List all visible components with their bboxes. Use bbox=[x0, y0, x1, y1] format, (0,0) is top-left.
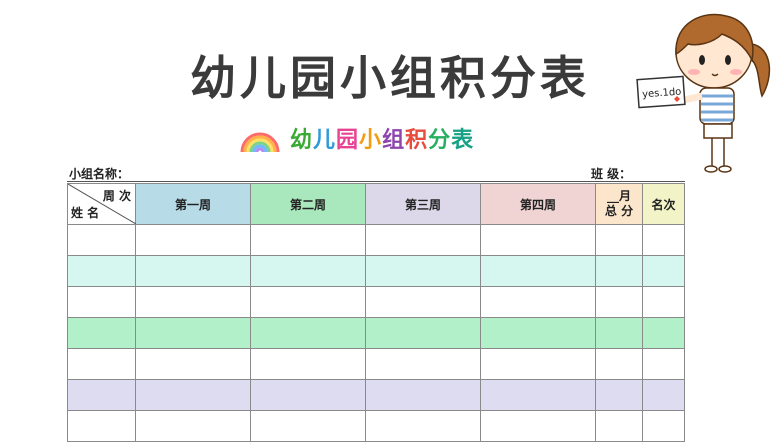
total-label: 总 分 bbox=[604, 204, 634, 218]
week-4-header: 第四周 bbox=[480, 183, 596, 225]
girl-holding-sign-illustration: yes.1do bbox=[636, 13, 771, 173]
subtitle-char: 积 bbox=[405, 128, 429, 153]
table-cell[interactable] bbox=[642, 379, 685, 411]
table-row bbox=[67, 348, 685, 380]
table-cell[interactable] bbox=[365, 410, 481, 442]
table-cell[interactable] bbox=[67, 286, 136, 318]
table-cell[interactable] bbox=[250, 410, 366, 442]
table-cell[interactable] bbox=[642, 255, 685, 287]
table-cell[interactable] bbox=[642, 410, 685, 442]
week-2-header: 第二周 bbox=[250, 183, 366, 225]
table-cell[interactable] bbox=[135, 286, 251, 318]
table-cell[interactable] bbox=[67, 379, 136, 411]
table-cell[interactable] bbox=[480, 410, 596, 442]
table-row bbox=[67, 255, 685, 287]
table-cell[interactable] bbox=[480, 317, 596, 349]
table-cell[interactable] bbox=[480, 224, 596, 256]
table-cell[interactable] bbox=[595, 379, 643, 411]
table-cell[interactable] bbox=[480, 286, 596, 318]
table-cell[interactable] bbox=[642, 348, 685, 380]
table-cell[interactable] bbox=[480, 255, 596, 287]
rainbow-icon bbox=[240, 132, 280, 153]
week-header-label: 周 次 bbox=[102, 189, 131, 203]
table-cell[interactable] bbox=[365, 286, 481, 318]
table-cell[interactable] bbox=[67, 410, 136, 442]
diagonal-header-cell: 周 次 姓 名 bbox=[67, 183, 136, 225]
table-cell[interactable] bbox=[595, 410, 643, 442]
table-row bbox=[67, 379, 685, 411]
table-cell[interactable] bbox=[365, 224, 481, 256]
table-cell[interactable] bbox=[595, 286, 643, 318]
table-cell[interactable] bbox=[642, 317, 685, 349]
subtitle-char: 分 bbox=[428, 128, 452, 153]
subtitle-char: 幼 bbox=[290, 128, 314, 153]
table-cell[interactable] bbox=[135, 379, 251, 411]
name-header-label: 姓 名 bbox=[71, 206, 100, 220]
month-label: __月 bbox=[606, 189, 631, 203]
table-row bbox=[67, 286, 685, 318]
subtitle: 幼儿园小组积分表 bbox=[290, 122, 474, 154]
table-cell[interactable] bbox=[250, 224, 366, 256]
month-total-header: __月 总 分 bbox=[595, 183, 643, 225]
subtitle-char: 组 bbox=[382, 128, 406, 153]
table-row bbox=[67, 410, 685, 442]
table-row bbox=[67, 224, 685, 256]
subtitle-char: 表 bbox=[451, 128, 475, 153]
table-cell[interactable] bbox=[250, 379, 366, 411]
table-cell[interactable] bbox=[480, 379, 596, 411]
class-label: 班 级： bbox=[591, 167, 632, 181]
week-1-header: 第一周 bbox=[135, 183, 251, 225]
table-cell[interactable] bbox=[135, 224, 251, 256]
table-cell[interactable] bbox=[480, 348, 596, 380]
info-line: 小组名称： 班 级： bbox=[67, 163, 685, 182]
table-cell[interactable] bbox=[365, 348, 481, 380]
table-cell[interactable] bbox=[67, 224, 136, 256]
table-cell[interactable] bbox=[250, 286, 366, 318]
table-cell[interactable] bbox=[135, 317, 251, 349]
table-cell[interactable] bbox=[67, 255, 136, 287]
table-cell[interactable] bbox=[67, 348, 136, 380]
table-cell[interactable] bbox=[135, 410, 251, 442]
table-cell[interactable] bbox=[595, 255, 643, 287]
table-cell[interactable] bbox=[135, 255, 251, 287]
table-cell[interactable] bbox=[365, 255, 481, 287]
table-cell[interactable] bbox=[595, 317, 643, 349]
table-cell[interactable] bbox=[135, 348, 251, 380]
table-cell[interactable] bbox=[365, 379, 481, 411]
rank-header: 名次 bbox=[642, 183, 685, 225]
table-cell[interactable] bbox=[595, 224, 643, 256]
subtitle-banner: 幼儿园小组积分表 bbox=[238, 118, 474, 158]
table-cell[interactable] bbox=[67, 317, 136, 349]
table-row bbox=[67, 317, 685, 349]
subtitle-char: 园 bbox=[336, 128, 360, 153]
table-cell[interactable] bbox=[250, 348, 366, 380]
table-cell[interactable] bbox=[642, 224, 685, 256]
table-cell[interactable] bbox=[250, 317, 366, 349]
subtitle-char: 儿 bbox=[313, 128, 337, 153]
week-3-header: 第三周 bbox=[365, 183, 481, 225]
group-name-label: 小组名称： bbox=[69, 167, 130, 181]
table-header-row: 周 次 姓 名 第一周 第二周 第三周 第四周 __月 总 分 名次 bbox=[67, 183, 685, 225]
table-cell[interactable] bbox=[595, 348, 643, 380]
table-cell[interactable] bbox=[365, 317, 481, 349]
table-cell[interactable] bbox=[250, 255, 366, 287]
score-table: 周 次 姓 名 第一周 第二周 第三周 第四周 __月 总 分 名次 bbox=[67, 183, 685, 442]
table-cell[interactable] bbox=[642, 286, 685, 318]
subtitle-char: 小 bbox=[359, 128, 383, 153]
